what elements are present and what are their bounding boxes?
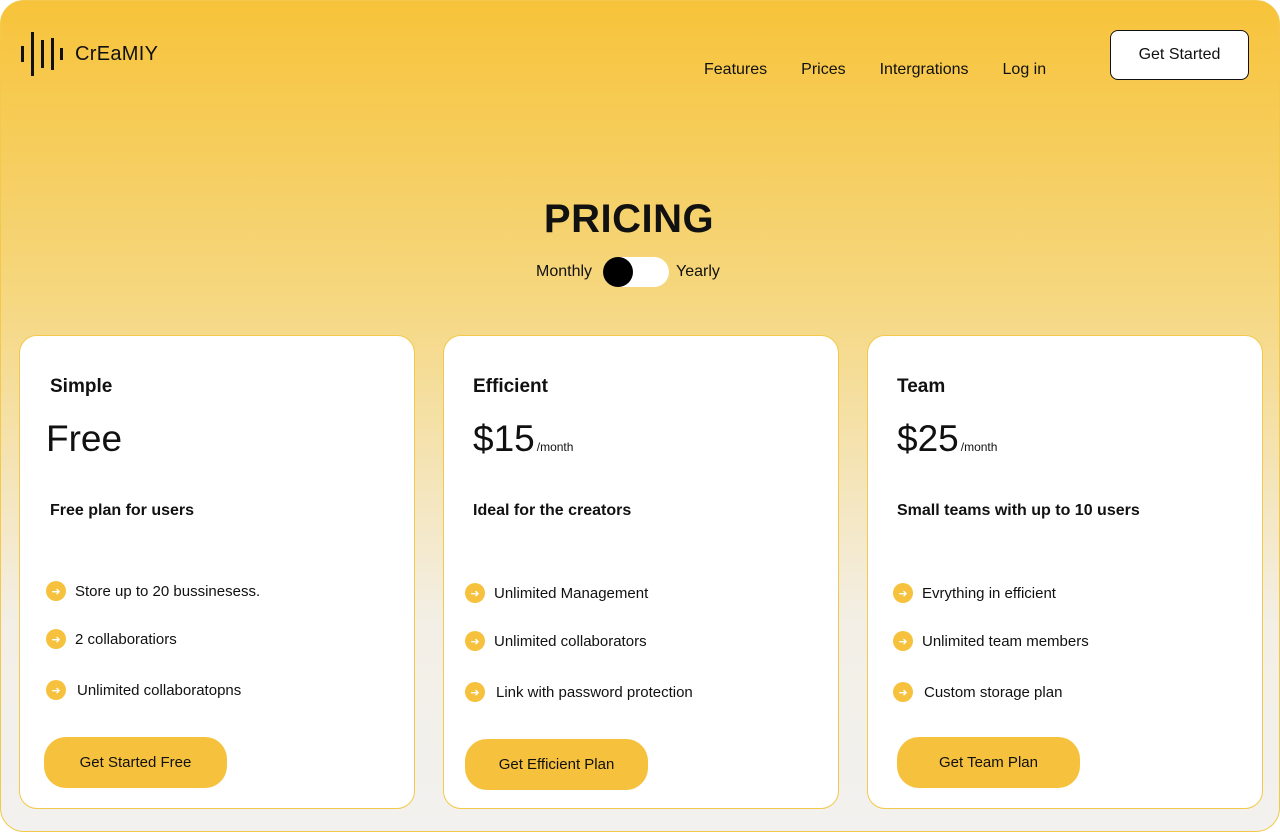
arrow-right-icon: ➜ bbox=[46, 581, 66, 601]
arrow-right-icon: ➜ bbox=[465, 682, 485, 702]
nav-item-prices[interactable]: Prices bbox=[801, 61, 845, 79]
feature-item: ➜ 2 collaboratiors bbox=[46, 629, 177, 649]
billing-toggle-group: Monthly Yearly bbox=[536, 257, 720, 287]
sound-wave-icon bbox=[21, 32, 63, 76]
nav-item-features[interactable]: Features bbox=[704, 61, 767, 79]
plan-name: Simple bbox=[50, 376, 113, 397]
plan-description: Ideal for the creators bbox=[473, 502, 632, 519]
plan-price: $15 /month bbox=[473, 418, 573, 460]
yearly-label: Yearly bbox=[676, 263, 720, 280]
feature-item: ➜ Store up to 20 bussinesess. bbox=[46, 581, 260, 601]
plan-price: Free bbox=[46, 418, 122, 460]
plan-description: Free plan for users bbox=[50, 502, 195, 519]
get-started-free-button[interactable]: Get Started Free bbox=[44, 737, 227, 788]
brand-name: CrEaMIY bbox=[75, 42, 159, 65]
plan-description: Small teams with up to 10 users bbox=[897, 502, 1140, 519]
arrow-right-icon: ➜ bbox=[893, 682, 913, 702]
price-period: /month bbox=[960, 440, 998, 454]
brand-logo[interactable]: CrEaMIY bbox=[21, 32, 158, 76]
plan-card-simple: Simple Free Free plan for users ➜ Store … bbox=[19, 335, 415, 809]
feature-item: ➜ Unlimited collaboratopns bbox=[46, 680, 241, 700]
main-nav: Features Prices Intergrations Log in bbox=[704, 61, 1046, 79]
feature-item: ➜ Evrything in efficient bbox=[893, 583, 1056, 603]
feature-item: ➜ Unlimited collaborators bbox=[465, 631, 647, 651]
feature-item: ➜ Unlimited team members bbox=[893, 631, 1089, 651]
page-frame: CrEaMIY Features Prices Intergrations Lo… bbox=[0, 0, 1280, 832]
arrow-right-icon: ➜ bbox=[46, 680, 66, 700]
get-efficient-plan-button[interactable]: Get Efficient Plan bbox=[465, 739, 648, 790]
plan-name: Efficient bbox=[473, 376, 548, 397]
price-period: /month bbox=[536, 440, 574, 454]
feature-item: ➜ Unlimited Management bbox=[465, 583, 648, 603]
arrow-right-icon: ➜ bbox=[465, 631, 485, 651]
arrow-right-icon: ➜ bbox=[46, 629, 66, 649]
arrow-right-icon: ➜ bbox=[893, 583, 913, 603]
page-title: PRICING bbox=[543, 197, 715, 241]
feature-item: ➜ Link with password protection bbox=[465, 682, 693, 702]
plan-card-efficient: Efficient $15 /month Ideal for the creat… bbox=[443, 335, 839, 809]
monthly-label: Monthly bbox=[536, 263, 593, 280]
nav-item-integrations[interactable]: Intergrations bbox=[880, 61, 969, 79]
arrow-right-icon: ➜ bbox=[893, 631, 913, 651]
feature-item: ➜ Custom storage plan bbox=[893, 682, 1062, 702]
price-value: $25 bbox=[897, 418, 959, 459]
toggle-knob bbox=[603, 257, 634, 287]
arrow-right-icon: ➜ bbox=[465, 583, 485, 603]
price-value: Free bbox=[46, 418, 123, 459]
price-value: $15 bbox=[473, 418, 535, 459]
plan-card-team: Team $25 /month Small teams with up to 1… bbox=[867, 335, 1263, 809]
nav-item-login[interactable]: Log in bbox=[1003, 61, 1047, 79]
plan-price: $25 /month bbox=[897, 418, 997, 460]
get-team-plan-button[interactable]: Get Team Plan bbox=[897, 737, 1080, 788]
get-started-button[interactable]: Get Started bbox=[1110, 30, 1249, 80]
plan-name: Team bbox=[897, 376, 946, 397]
billing-toggle[interactable] bbox=[603, 257, 670, 287]
